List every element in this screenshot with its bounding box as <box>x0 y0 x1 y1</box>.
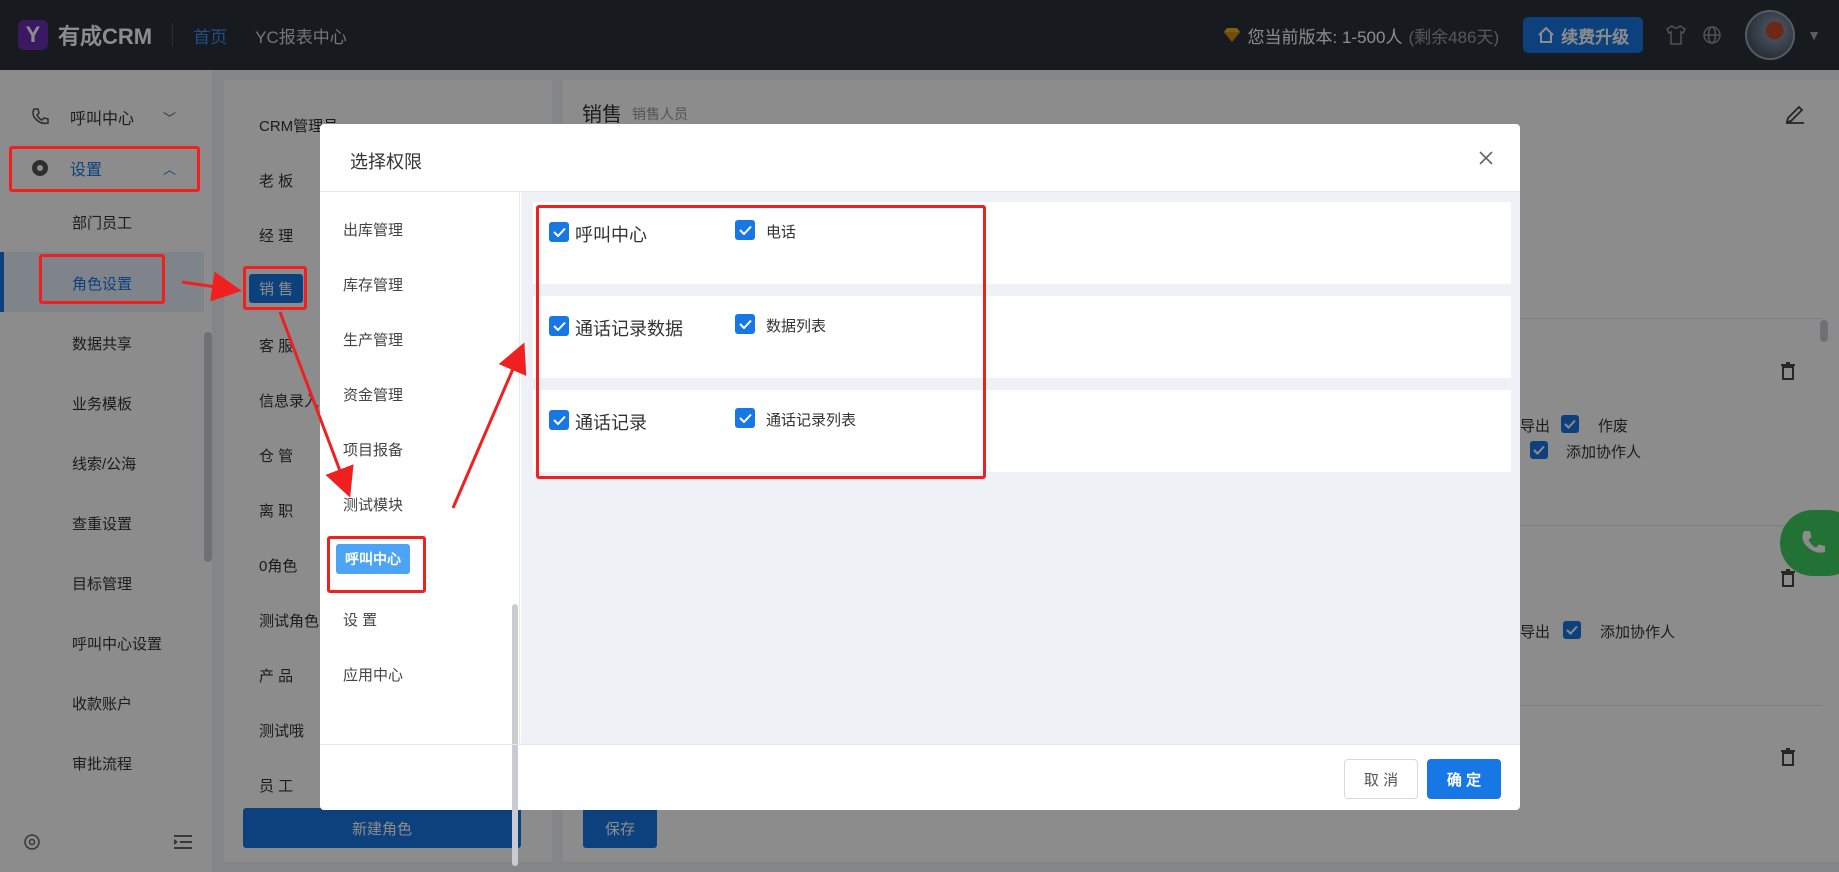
module-item[interactable]: 测试模块 <box>343 494 403 515</box>
modal-footer: 取 消 确 定 <box>320 744 1520 810</box>
permission-sub-label: 通话记录列表 <box>766 412 857 429</box>
close-icon[interactable] <box>1478 150 1494 170</box>
confirm-button[interactable]: 确 定 <box>1427 759 1501 799</box>
module-item[interactable]: 生产管理 <box>343 329 403 350</box>
checkbox-checked[interactable] <box>549 410 569 430</box>
module-item[interactable]: 应用中心 <box>343 664 403 685</box>
permission-row: 通话记录 通话记录列表 <box>533 390 1511 472</box>
module-list-scrollbar[interactable] <box>512 604 518 866</box>
permission-main-label: 呼叫中心 <box>575 225 647 245</box>
module-item[interactable]: 项目报备 <box>343 439 403 460</box>
checkbox-checked[interactable] <box>549 316 569 336</box>
checkbox-checked[interactable] <box>549 222 569 242</box>
module-item[interactable]: 设 置 <box>343 609 377 630</box>
permission-sub-label: 数据列表 <box>766 318 827 335</box>
checkbox-checked[interactable] <box>735 220 755 240</box>
permission-main-label: 通话记录 <box>575 413 647 433</box>
checkbox-checked[interactable] <box>735 314 755 334</box>
permission-main-label: 通话记录数据 <box>575 319 683 339</box>
module-item[interactable]: 资金管理 <box>343 384 403 405</box>
module-item-active[interactable]: 呼叫中心 <box>336 544 410 574</box>
modal-title: 选择权限 <box>350 152 422 172</box>
permission-list: 呼叫中心 电话 通话记录数据 数据列表 通话记录 通话记录列表 <box>521 192 1520 744</box>
permission-modal: 选择权限 出库管理 库存管理 生产管理 资金管理 项目报备 测试模块 呼叫中心 … <box>320 124 1520 866</box>
module-list: 出库管理 库存管理 生产管理 资金管理 项目报备 测试模块 呼叫中心 设 置 应… <box>320 192 520 866</box>
permission-row: 通话记录数据 数据列表 <box>533 296 1511 378</box>
permission-row: 呼叫中心 电话 <box>533 202 1511 284</box>
cancel-button[interactable]: 取 消 <box>1344 759 1418 799</box>
module-item[interactable]: 库存管理 <box>343 274 403 295</box>
checkbox-checked[interactable] <box>735 408 755 428</box>
modal-header: 选择权限 <box>320 124 1520 192</box>
permission-sub-label: 电话 <box>766 224 797 241</box>
module-item[interactable]: 出库管理 <box>343 219 403 240</box>
